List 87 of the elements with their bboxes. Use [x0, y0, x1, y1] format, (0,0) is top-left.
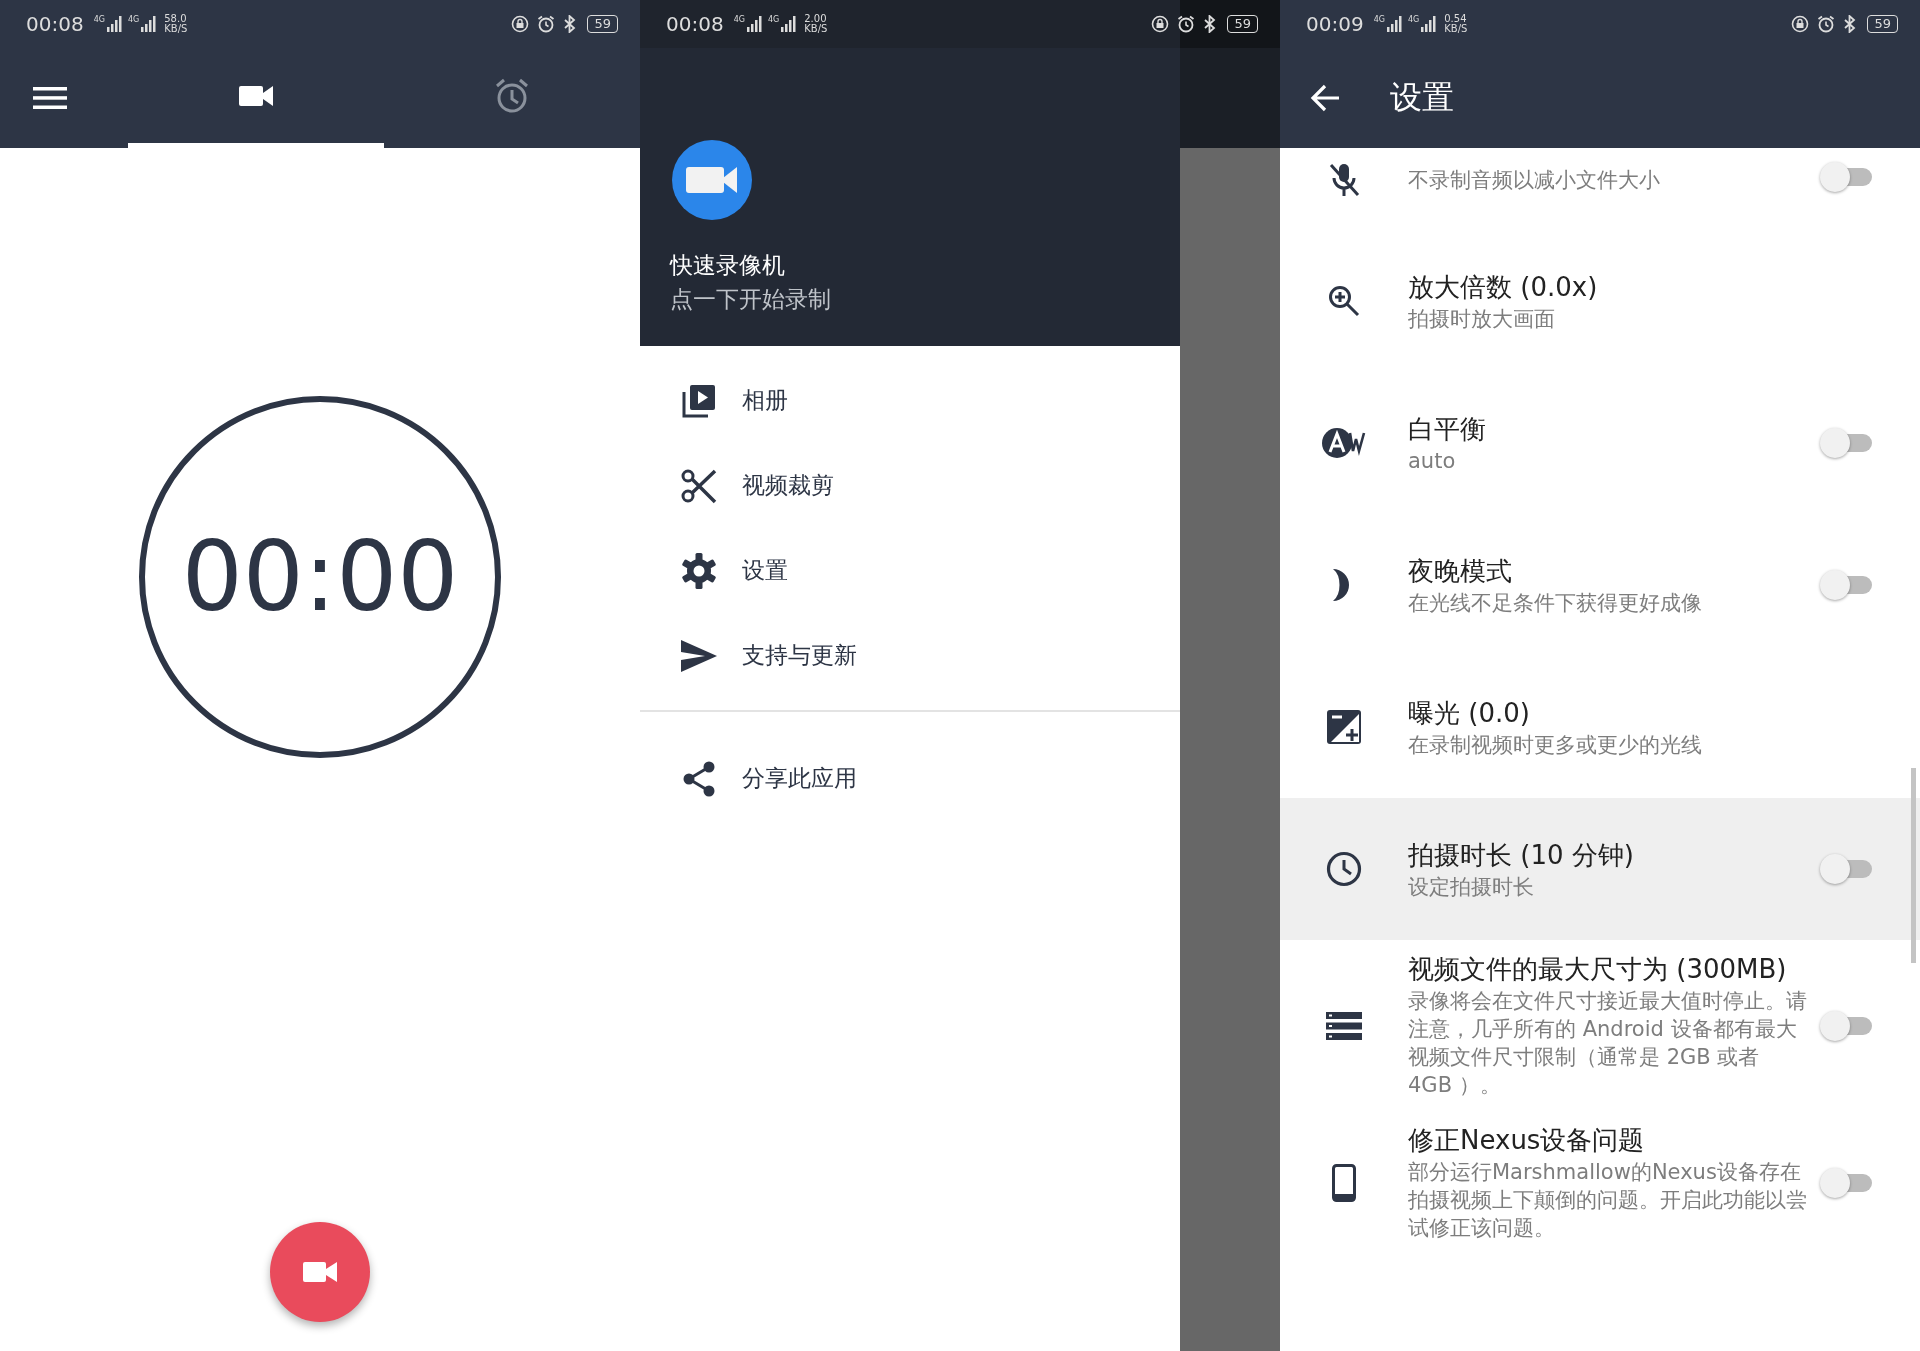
bluetooth-icon	[563, 15, 578, 33]
setting-row[interactable]: 拍摄时长 (10 分钟) 设定拍摄时长	[1280, 798, 1920, 940]
app-name: 快速录像机	[670, 251, 786, 280]
video-camera-logo-icon	[672, 140, 752, 220]
signal-icon	[105, 16, 122, 32]
clock-icon	[1326, 851, 1362, 887]
screen-title: 设置	[1390, 77, 1454, 118]
setting-description: 设定拍摄时长	[1408, 873, 1535, 901]
alarm-icon	[1817, 15, 1836, 33]
status-time: 00:08	[666, 12, 724, 36]
network-label: 4G	[93, 16, 105, 24]
toggle-switch[interactable]	[1820, 570, 1872, 600]
bluetooth-icon	[1843, 15, 1858, 33]
setting-row[interactable]: 视频文件的最大尺寸为 (300MB) 录像将会在文件尺寸接近最大值时停止。请注意，几乎所有的 Android 设备都有最大视频文件尺寸限制（通常是 2GB 或者 4GB ）。	[1280, 940, 1920, 1111]
setting-row[interactable]: 白平衡 auto	[1280, 372, 1920, 514]
signal-icon	[780, 16, 797, 32]
menu-item[interactable]: 支持与更新	[640, 613, 1180, 698]
zoom-in-icon	[1328, 285, 1360, 317]
send-icon	[680, 639, 718, 672]
status-time: 00:09	[1306, 12, 1364, 36]
scissors-icon	[680, 467, 718, 504]
setting-row[interactable]: 放大倍数 (0.0x) 拍摄时放大画面	[1280, 230, 1920, 372]
toggle-switch[interactable]	[1820, 162, 1872, 192]
network-speed: 58.0 KB/S	[164, 14, 188, 34]
toggle-switch[interactable]	[1820, 1167, 1872, 1198]
video-library-icon	[680, 382, 718, 419]
network-label: 4G	[1373, 16, 1385, 24]
network-label: 4G	[127, 16, 140, 24]
video-camera-icon	[239, 84, 273, 107]
alarm-icon	[1177, 15, 1196, 33]
setting-description: 不录制音频以减小文件大小	[1408, 167, 1661, 194]
setting-title: 放大倍数 (0.0x)	[1408, 270, 1599, 304]
signal-icon	[1420, 16, 1437, 32]
lock-icon	[511, 15, 530, 33]
setting-title: 曝光 (0.0)	[1408, 696, 1531, 730]
menu-icon[interactable]	[33, 86, 67, 110]
toggle-switch[interactable]	[1820, 854, 1872, 884]
settings-icon	[680, 552, 718, 589]
setting-title: 修正Nexus设备问题	[1408, 1124, 1646, 1157]
setting-row[interactable]: 夜晚模式 在光线不足条件下获得更好成像	[1280, 514, 1920, 656]
menu-item[interactable]: 分享此应用	[640, 736, 1180, 821]
bluetooth-icon	[1203, 15, 1218, 33]
setting-row[interactable]: 不录制音频以减小文件大小	[1280, 148, 1920, 230]
menu-item[interactable]: 设置	[640, 528, 1180, 613]
menu-item[interactable]: 视频裁剪	[640, 443, 1180, 528]
status-time: 00:08	[26, 12, 84, 36]
battery-level: 59	[1867, 15, 1898, 33]
setting-description: 在光线不足条件下获得更好成像	[1408, 589, 1703, 617]
phone-icon	[1332, 1163, 1356, 1202]
app-subtitle: 点一下开始录制	[670, 285, 832, 314]
setting-row[interactable]: 修正Nexus设备问题 部分运行Marshmallow的Nexus设备存在拍摄视频上下颠倒的问题。开启此功能以尝试修正该问题。	[1280, 1111, 1920, 1254]
signal-icon	[140, 16, 157, 32]
network-label: 4G	[733, 16, 745, 24]
toggle-switch[interactable]	[1820, 1010, 1872, 1041]
setting-description: 录像将会在文件尺寸接近最大值时停止。请注意，几乎所有的 Android 设备都有最大视频文件尺寸限制（通常是 2GB 或者 4GB ）。	[1408, 988, 1808, 1099]
battery-level: 59	[1227, 15, 1258, 33]
back-arrow-icon[interactable]	[1310, 84, 1340, 112]
setting-description: 部分运行Marshmallow的Nexus设备存在拍摄视频上下颠倒的问题。开启此功能以尝试修正该问题。	[1408, 1159, 1808, 1242]
setting-row[interactable]: 曝光 (0.0) 在录制视频时更多或更少的光线	[1280, 656, 1920, 798]
alarm-icon	[537, 15, 556, 33]
toggle-switch[interactable]	[1820, 428, 1872, 458]
list-icon	[1326, 1011, 1362, 1040]
setting-title: 拍摄时长 (10 分钟)	[1408, 838, 1635, 872]
video-camera-icon	[303, 1261, 337, 1283]
menu-item[interactable]: 相册	[640, 358, 1180, 443]
timer-display: 00:00	[181, 521, 459, 633]
dimmed-overlay[interactable]	[1180, 48, 1280, 1351]
network-speed: 0.54 KB/S	[1444, 14, 1468, 34]
setting-description: auto	[1408, 447, 1457, 475]
lock-icon	[1791, 15, 1810, 33]
setting-description: 在录制视频时更多或更少的光线	[1408, 731, 1703, 759]
signal-icon	[1385, 16, 1402, 32]
battery-level: 59	[587, 15, 618, 33]
exposure-icon	[1326, 709, 1362, 745]
signal-icon	[745, 16, 762, 32]
network-speed: 2.00 KB/S	[804, 14, 828, 34]
alarm-clock-icon	[494, 77, 530, 114]
lock-icon	[1151, 15, 1170, 33]
mic-off-icon	[1328, 162, 1360, 198]
record-button[interactable]	[270, 1222, 370, 1322]
network-label: 4G	[767, 16, 780, 24]
setting-description: 拍摄时放大画面	[1408, 305, 1556, 333]
awb-letters-icon	[1322, 428, 1366, 458]
network-label: 4G	[1407, 16, 1420, 24]
setting-title: 夜晚模式	[1408, 554, 1513, 588]
setting-title: 视频文件的最大尺寸为 (300MB)	[1408, 953, 1788, 986]
setting-title: 白平衡	[1408, 412, 1487, 446]
